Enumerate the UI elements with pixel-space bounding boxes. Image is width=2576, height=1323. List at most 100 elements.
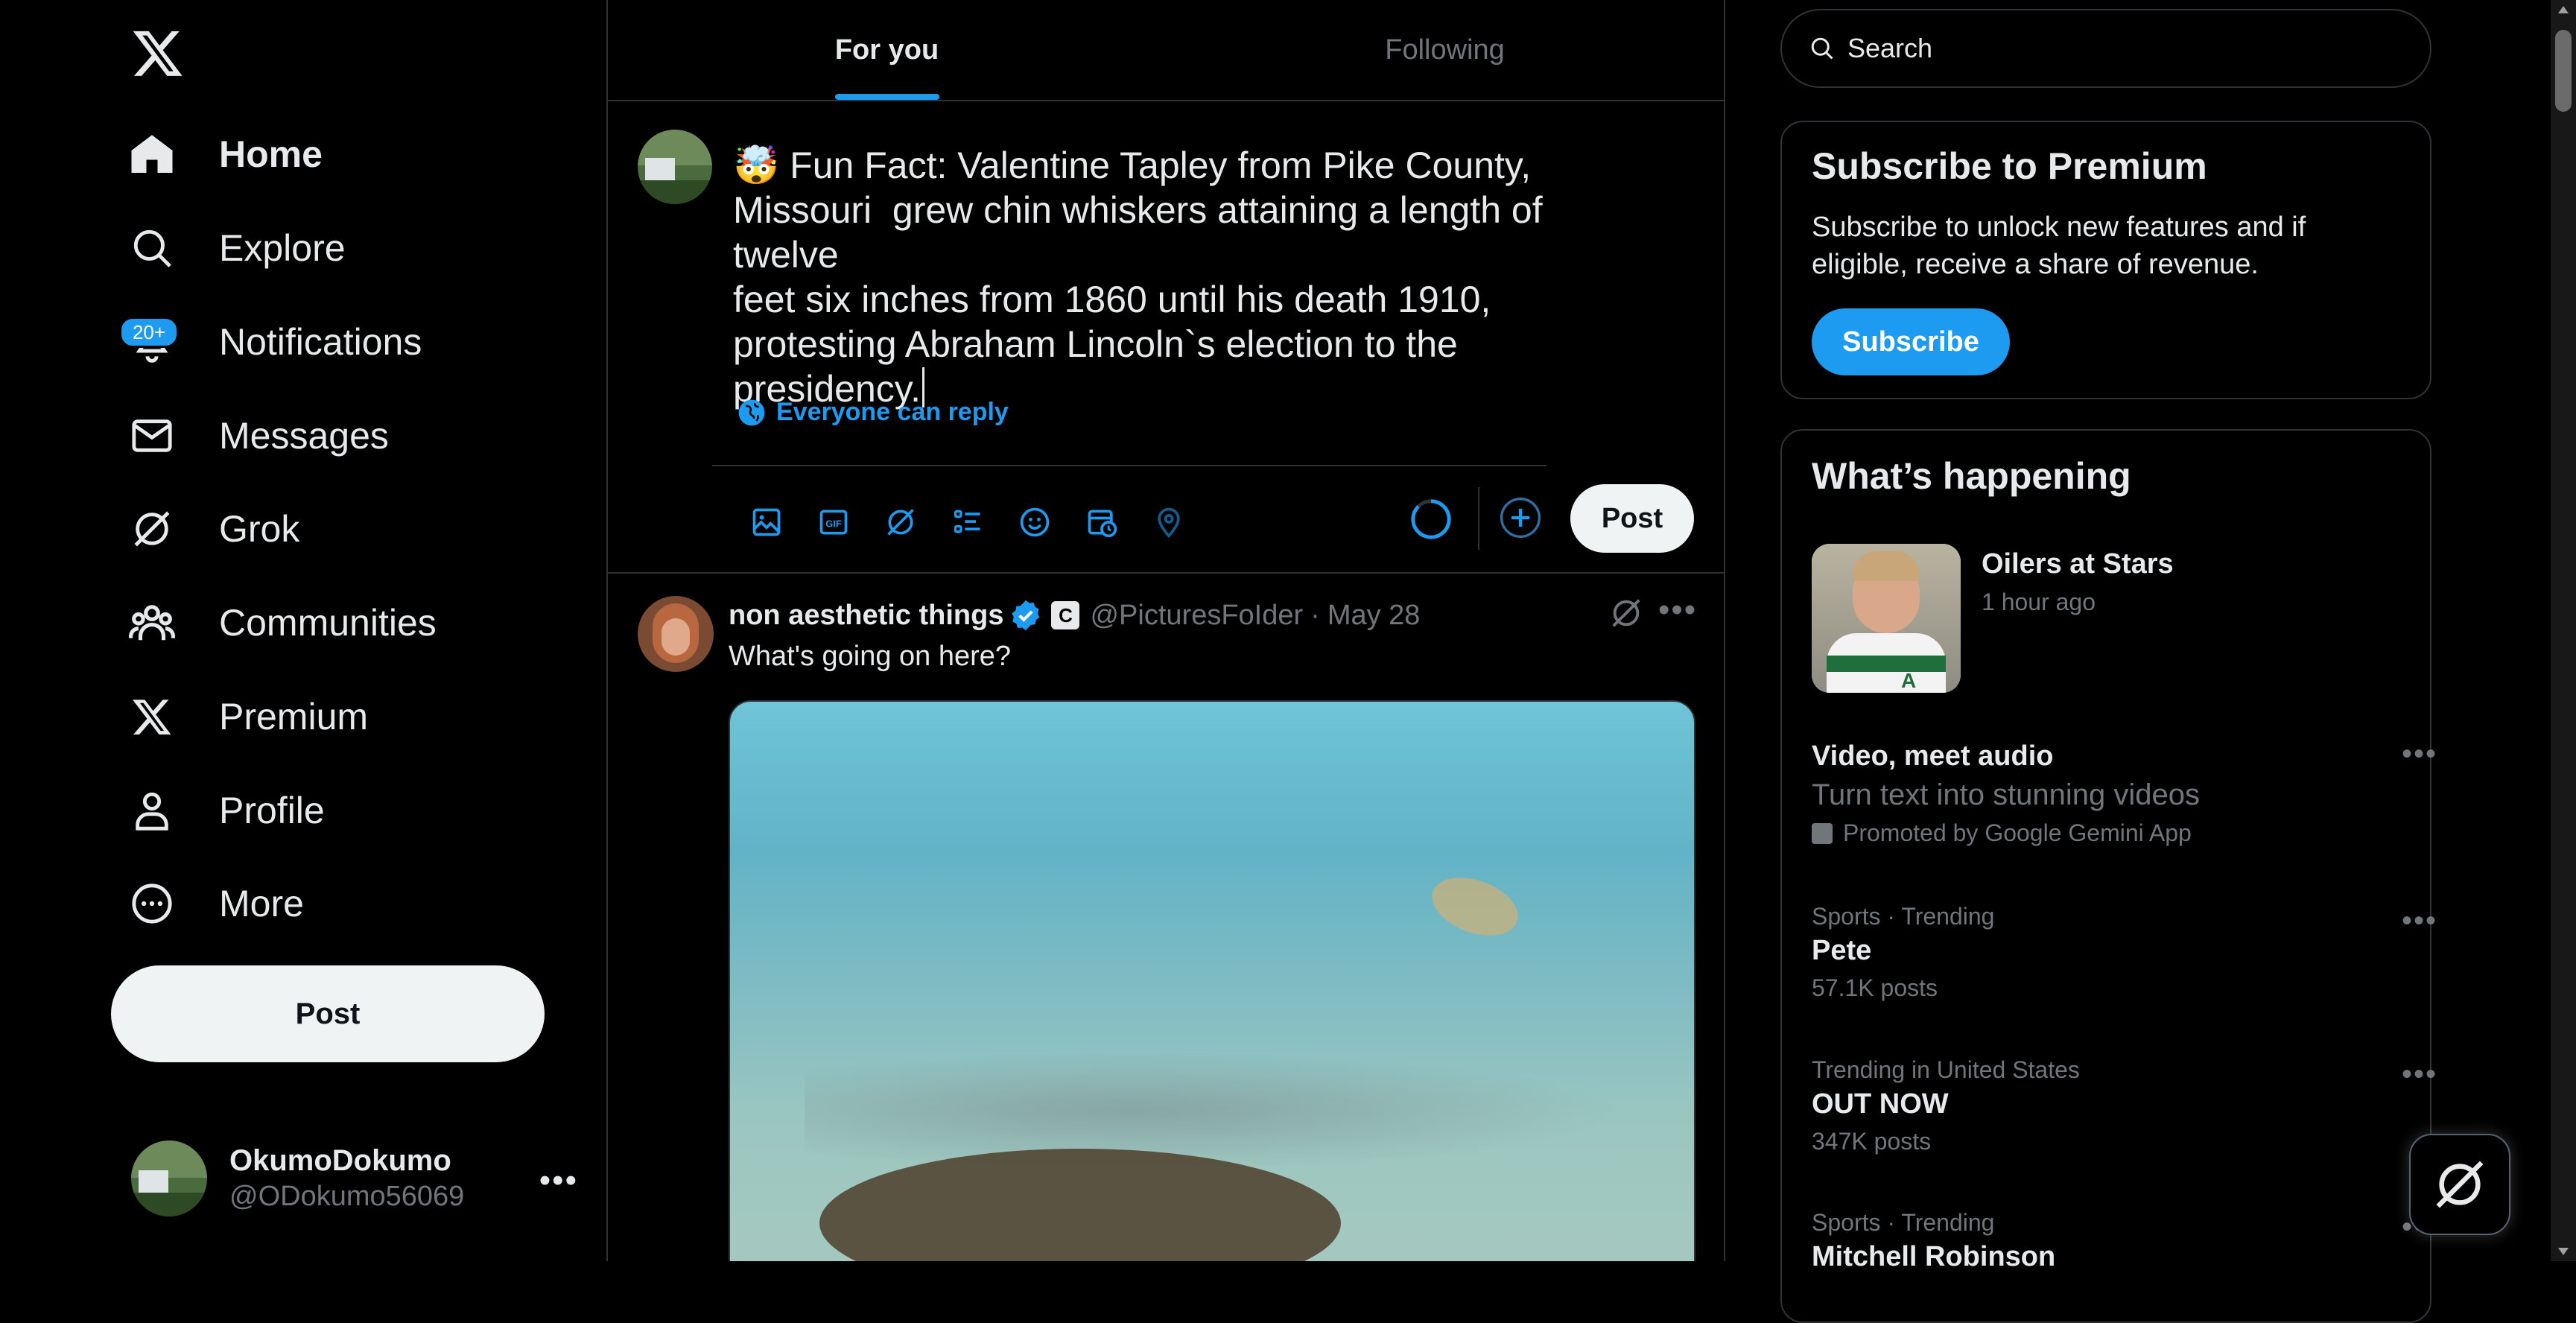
more-horizontal-icon[interactable]: ••• xyxy=(2402,737,2437,771)
composer-toolbar: GIF xyxy=(733,489,1202,556)
nav-label: Notifications xyxy=(219,321,422,363)
grok-floating-button[interactable] xyxy=(2409,1134,2510,1235)
avatar xyxy=(638,130,712,204)
post-author-name[interactable]: non aesthetic things xyxy=(729,600,1003,632)
nav-communities[interactable]: Communities xyxy=(128,582,545,664)
grok-icon xyxy=(2436,1161,2484,1208)
svg-text:GIF: GIF xyxy=(825,518,842,529)
people-icon xyxy=(128,599,176,647)
trending-event[interactable]: A Oilers at Stars 1 hour ago xyxy=(1812,544,2408,693)
nav-notifications[interactable]: 20+ Notifications xyxy=(119,301,545,383)
trend-subtitle: Turn text into stunning videos xyxy=(1812,778,2201,811)
premium-description: Subscribe to unlock new features and if … xyxy=(1812,212,2306,280)
emoji-icon[interactable] xyxy=(1001,489,1068,556)
nav-label: Profile xyxy=(219,790,325,831)
nav-label: Grok xyxy=(219,508,300,550)
nav-label: More xyxy=(219,883,304,924)
grok-icon[interactable] xyxy=(867,489,934,556)
post-media-video[interactable] xyxy=(729,700,1695,1261)
verified-badge-icon xyxy=(1012,600,1040,631)
trend-item[interactable]: Trending in United States OUT NOW 347K p… xyxy=(1812,1056,2436,1155)
page-scrollbar[interactable] xyxy=(2551,0,2576,1261)
premium-card: Subscribe to Premium Subscribe to unlock… xyxy=(1780,121,2431,399)
event-image: A xyxy=(1812,544,1961,693)
search-icon xyxy=(1811,37,1833,60)
subscribe-button[interactable]: Subscribe xyxy=(1812,308,2010,375)
post-date[interactable]: May 28 xyxy=(1327,600,1421,632)
right-sidebar: Search Subscribe to Premium Subscribe to… xyxy=(1725,0,2560,1323)
toolbar-separator xyxy=(1478,487,1479,550)
more-horizontal-icon[interactable]: ••• xyxy=(1658,591,1697,629)
active-tab-indicator xyxy=(834,94,939,100)
trend-count: 347K posts xyxy=(1812,1128,1932,1155)
trend-count: 57.1K posts xyxy=(1812,974,1938,1001)
x-logo-icon[interactable] xyxy=(131,26,185,80)
left-sidebar: Home Explore 20+ Notifications Messages … xyxy=(0,0,608,1261)
timeline-tabs: For you Following xyxy=(608,0,1724,101)
nav-label: Premium xyxy=(219,696,369,737)
trend-name: Video, meet audio xyxy=(1812,740,2054,772)
more-horizontal-icon[interactable]: ••• xyxy=(2402,1058,2437,1091)
promoted-label: Promoted by Google Gemini App xyxy=(1812,819,2408,847)
reply-setting-button[interactable]: Everyone can reply xyxy=(737,398,1009,427)
schedule-icon[interactable] xyxy=(1068,489,1135,556)
post-separator: · xyxy=(1310,599,1320,631)
notification-badge: 20+ xyxy=(119,317,179,348)
more-circle-icon xyxy=(128,880,176,927)
nav-label: Communities xyxy=(219,602,437,644)
tab-following[interactable]: Following xyxy=(1166,0,1724,100)
premium-title: Subscribe to Premium xyxy=(1812,145,2207,187)
search-input[interactable]: Search xyxy=(1780,9,2431,88)
tab-for-you[interactable]: For you xyxy=(608,0,1166,100)
scroll-up-arrow[interactable] xyxy=(2558,6,2569,13)
tab-label: Following xyxy=(1385,34,1505,66)
grok-icon xyxy=(128,505,176,553)
nav-messages[interactable]: Messages xyxy=(128,395,545,477)
composer-divider xyxy=(712,465,1546,466)
nav-home[interactable]: Home xyxy=(128,113,545,195)
trend-category: Sports · Trending xyxy=(1812,903,1995,930)
nav-more[interactable]: More xyxy=(128,863,545,945)
poll-icon[interactable] xyxy=(934,489,1001,556)
nav-premium[interactable]: Premium xyxy=(128,676,545,758)
more-horizontal-icon[interactable]: ••• xyxy=(539,1162,578,1199)
trend-item[interactable]: Sports · Trending Pete 57.1K posts ••• xyxy=(1812,903,2436,1002)
trend-name: OUT NOW xyxy=(1812,1088,1949,1120)
timeline-post[interactable]: non aesthetic things C @PicturesFoIder ·… xyxy=(608,574,1724,1261)
sidebar-post-button[interactable]: Post xyxy=(111,965,545,1062)
gif-icon[interactable]: GIF xyxy=(800,489,867,556)
location-icon[interactable] xyxy=(1135,489,1202,556)
person-icon xyxy=(128,787,176,834)
composer-textarea[interactable]: 🤯 Fun Fact: Valentine Tapley from Pike C… xyxy=(733,143,1560,411)
composer-post-button[interactable]: Post xyxy=(1570,484,1694,553)
trend-item[interactable]: Sports · Trending Mitchell Robinson ••• xyxy=(1812,1209,2436,1273)
more-horizontal-icon[interactable]: ••• xyxy=(2402,904,2437,938)
post-text: What's going on here? xyxy=(729,641,1012,672)
scrollbar-thumb[interactable] xyxy=(2555,30,2572,112)
nav-grok[interactable]: Grok xyxy=(128,488,545,570)
avatar[interactable] xyxy=(638,596,714,672)
trend-item-promoted[interactable]: Video, meet audio Turn text into stunnin… xyxy=(1812,736,2436,847)
bell-icon: 20+ xyxy=(119,317,179,366)
trend-name: Mitchell Robinson xyxy=(1812,1241,2056,1272)
scroll-down-arrow[interactable] xyxy=(2558,1248,2569,1255)
post-header: non aesthetic things C @PicturesFoIder ·… xyxy=(729,594,1420,636)
nav-label: Messages xyxy=(219,415,389,457)
home-icon xyxy=(128,130,176,178)
nav-profile[interactable]: Profile xyxy=(128,770,545,851)
affiliate-badge: C xyxy=(1051,601,1080,629)
search-placeholder: Search xyxy=(1847,33,1933,63)
trending-title: What’s happening xyxy=(1812,455,2131,497)
image-icon[interactable] xyxy=(733,489,800,556)
account-switcher[interactable]: OkumoDokumo @ODokumo56069 ••• xyxy=(131,1140,578,1217)
trend-name: Pete xyxy=(1812,935,1872,966)
trending-card: What’s happening A Oilers at Stars 1 hou… xyxy=(1780,429,2436,1323)
post-handle[interactable]: @PicturesFoIder xyxy=(1090,600,1303,632)
event-title: Oilers at Stars xyxy=(1982,548,2174,580)
add-post-icon[interactable] xyxy=(1499,496,1542,539)
composer-text: Fun Fact: Valentine Tapley from Pike Cou… xyxy=(733,145,1543,410)
nav-explore[interactable]: Explore xyxy=(128,207,545,289)
grok-icon[interactable] xyxy=(1609,596,1646,633)
character-count-ring xyxy=(1409,498,1453,541)
globe-icon xyxy=(738,399,765,425)
